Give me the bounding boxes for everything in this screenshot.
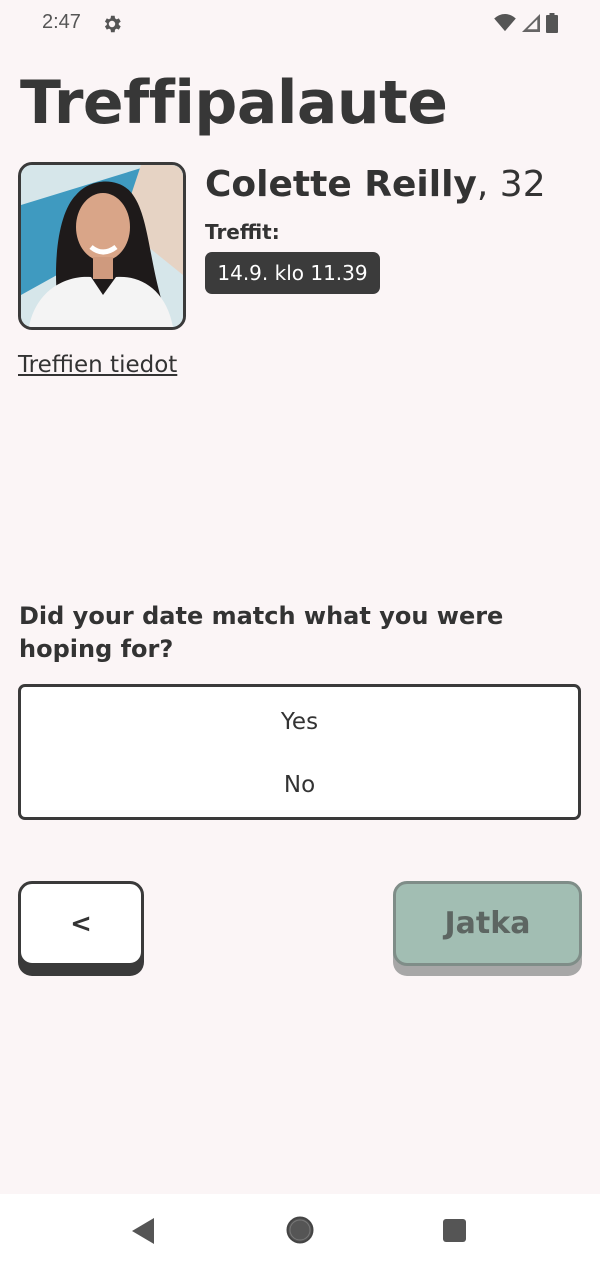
back-triangle-icon[interactable] [132,1218,156,1244]
back-button-wrapper: < [18,881,144,976]
status-bar: 2:47 [0,0,600,48]
dates-label: Treffit: [205,220,280,244]
home-circle-icon[interactable] [286,1216,314,1244]
recents-square-icon[interactable] [443,1219,466,1242]
battery-icon [546,13,558,33]
back-button[interactable]: < [18,881,144,966]
page-title: Treffipalaute [20,68,448,138]
date-chip: 14.9. klo 11.39 [205,252,380,294]
date-details-link[interactable]: Treffien tiedot [18,352,177,378]
status-time: 2:47 [42,11,81,33]
continue-button[interactable]: Jatka [393,881,582,966]
next-button-wrapper: Jatka [393,881,582,976]
option-no[interactable]: No [21,772,578,798]
settings-gear-icon [104,15,121,33]
profile-name: Colette Reilly [205,164,477,205]
wifi-icon [494,14,516,32]
profile-name-line: Colette Reilly, 32 [205,164,546,205]
profile-age: , 32 [476,164,546,205]
status-icons [494,13,558,33]
profile-photo [21,165,183,327]
answer-options: Yes No [18,684,581,820]
signal-icon [522,14,540,32]
avatar [18,162,186,330]
option-yes[interactable]: Yes [21,709,578,735]
question-text: Did your date match what you were hoping… [19,602,504,663]
